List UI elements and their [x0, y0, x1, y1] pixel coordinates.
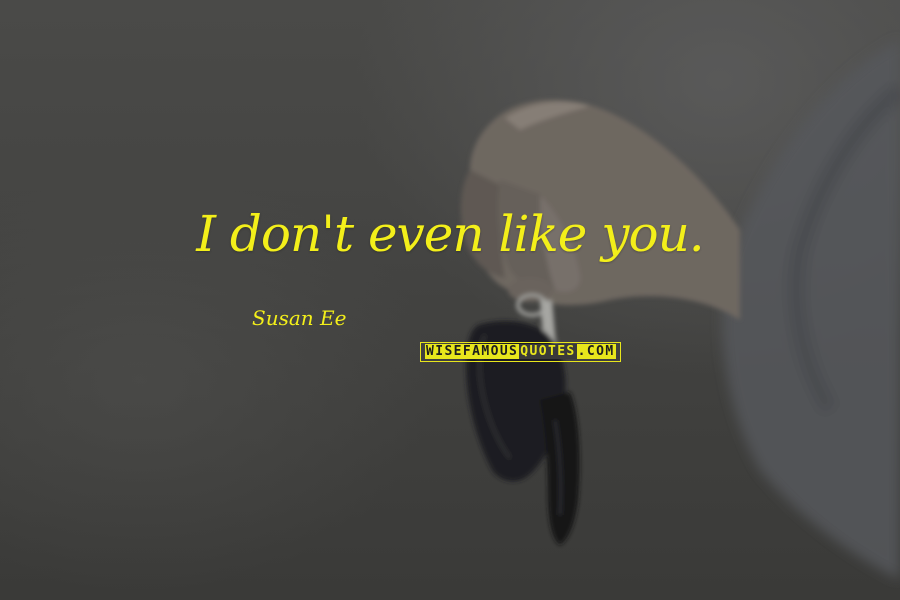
quote-author: Susan Ee — [252, 306, 347, 330]
car-key-icon — [466, 293, 580, 545]
watermark-part-3: .COM — [576, 344, 616, 359]
watermark-part-2: QUOTES — [519, 344, 577, 359]
watermark-logo: WISEFAMOUS QUOTES .COM — [420, 342, 621, 362]
watermark-part-1: WISEFAMOUS — [425, 344, 520, 359]
background-photo — [460, 40, 900, 580]
quote-image: I don't even like you. Susan Ee WISEFAMO… — [0, 0, 900, 600]
sleeve-icon — [722, 40, 900, 580]
quote-text: I don't even like you. — [196, 205, 704, 263]
